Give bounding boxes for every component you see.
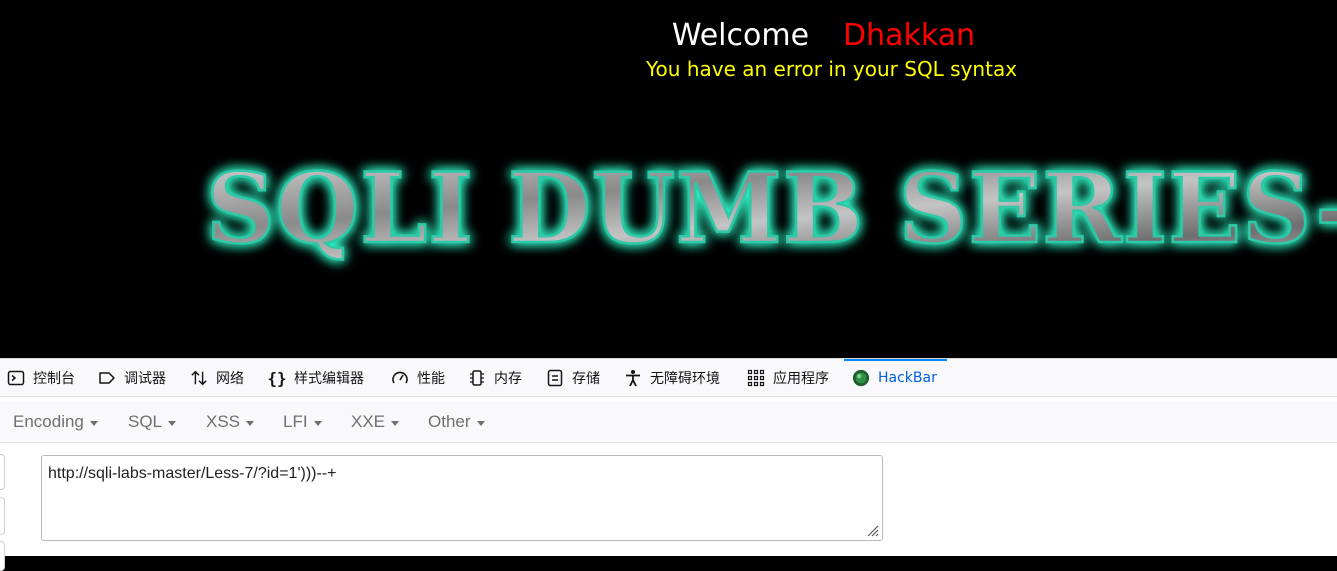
tab-style-editor[interactable]: {} 样式编辑器 bbox=[267, 359, 364, 397]
menu-label: LFI bbox=[283, 412, 308, 431]
menu-label: SQL bbox=[128, 412, 163, 431]
menu-label: XSS bbox=[206, 412, 241, 431]
menu-other[interactable]: Other bbox=[428, 402, 485, 442]
split-url-button[interactable] bbox=[0, 497, 5, 535]
network-icon bbox=[190, 369, 208, 387]
style-editor-icon: {} bbox=[267, 368, 287, 388]
menu-lfi[interactable]: LFI bbox=[283, 402, 322, 442]
menu-encoding[interactable]: Encoding bbox=[13, 402, 98, 442]
storage-icon bbox=[546, 369, 564, 387]
debugger-icon bbox=[98, 369, 116, 387]
menu-label: XXE bbox=[351, 412, 386, 431]
memory-icon bbox=[468, 369, 486, 387]
tab-label: HackBar bbox=[878, 370, 937, 386]
menu-xxe[interactable]: XXE bbox=[351, 402, 400, 442]
application-icon bbox=[747, 369, 765, 387]
menu-label: Other bbox=[428, 412, 471, 431]
devtools-tab-strip: 控制台 调试器 网络 {} 样式编辑器 性能 内存 存储 无障碍环境 应用程序 … bbox=[0, 358, 1337, 397]
tab-label: 内存 bbox=[494, 371, 522, 387]
tab-label: 无障碍环境 bbox=[650, 371, 720, 387]
web-page: Welcome Dhakkan You have an error in your… bbox=[0, 0, 1337, 358]
welcome-text: Welcome bbox=[671, 18, 810, 53]
tab-storage[interactable]: 存储 bbox=[546, 359, 600, 397]
banner-text: SQLI DUMB SERIES- bbox=[206, 152, 1337, 265]
menu-label: Encoding bbox=[13, 412, 84, 431]
url-input[interactable]: http://sqli-labs-master/Less-7/?id=1')))… bbox=[41, 455, 883, 541]
tab-label: 控制台 bbox=[33, 371, 75, 387]
tab-accessibility[interactable]: 无障碍环境 bbox=[624, 359, 720, 397]
caret-down-icon bbox=[391, 420, 400, 426]
tab-application[interactable]: 应用程序 bbox=[747, 359, 829, 397]
devtools-panel: 控制台 调试器 网络 {} 样式编辑器 性能 内存 存储 无障碍环境 应用程序 … bbox=[0, 358, 1337, 571]
tab-label: 存储 bbox=[572, 371, 600, 387]
tab-label: 样式编辑器 bbox=[294, 371, 364, 387]
tab-label: 网络 bbox=[216, 371, 244, 387]
tab-performance[interactable]: 性能 bbox=[391, 359, 445, 397]
caret-down-icon bbox=[313, 420, 322, 426]
load-url-button[interactable] bbox=[0, 454, 5, 490]
menu-xss[interactable]: XSS bbox=[206, 402, 255, 442]
performance-icon bbox=[391, 369, 409, 387]
tab-hackbar[interactable]: HackBar bbox=[844, 359, 947, 397]
caret-down-icon bbox=[89, 420, 98, 426]
caret-down-icon bbox=[168, 420, 177, 426]
tab-network[interactable]: 网络 bbox=[190, 359, 244, 397]
tab-label: 应用程序 bbox=[773, 371, 829, 387]
console-icon bbox=[7, 369, 25, 387]
caret-down-icon bbox=[476, 420, 485, 426]
execute-button[interactable] bbox=[0, 541, 5, 571]
resize-grip-icon[interactable] bbox=[865, 523, 879, 537]
tab-debugger[interactable]: 调试器 bbox=[98, 359, 166, 397]
sqli-dumb-series-banner: SQLI DUMB SERIES- bbox=[196, 150, 1337, 280]
tab-label: 性能 bbox=[417, 371, 445, 387]
caret-down-icon bbox=[246, 420, 255, 426]
username-text: Dhakkan bbox=[843, 18, 976, 53]
tab-label: 调试器 bbox=[124, 371, 166, 387]
welcome-line: Welcome Dhakkan bbox=[0, 18, 1337, 54]
tab-memory[interactable]: 内存 bbox=[468, 359, 522, 397]
menu-sql[interactable]: SQL bbox=[128, 402, 177, 442]
hackbar-icon bbox=[852, 369, 870, 387]
accessibility-icon bbox=[624, 369, 642, 387]
sql-error-message: You have an error in your SQL syntax bbox=[646, 57, 1018, 81]
tab-console[interactable]: 控制台 bbox=[7, 359, 75, 397]
hackbar-menu-row: Encoding SQL XSS LFI XXE Other bbox=[0, 402, 1337, 443]
